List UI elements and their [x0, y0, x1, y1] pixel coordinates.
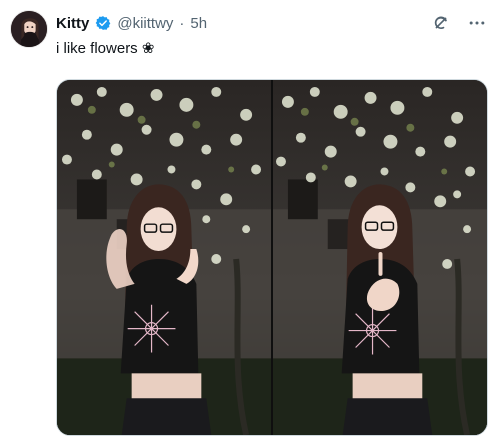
- tweet-card[interactable]: Kitty @kiittwy · 5h i like flowers ❀: [0, 0, 500, 440]
- grok-icon[interactable]: [430, 12, 452, 34]
- verified-badge-icon: [95, 15, 111, 31]
- tweet-actions-top: [430, 12, 488, 34]
- media-grid: [56, 79, 488, 436]
- timestamp[interactable]: 5h: [190, 15, 207, 32]
- photo-1-image: [57, 80, 271, 435]
- user-handle[interactable]: @kiittwy: [117, 15, 173, 32]
- avatar-image: [11, 11, 47, 47]
- separator-dot: ·: [179, 14, 185, 32]
- more-options-icon[interactable]: [466, 12, 488, 34]
- photo-2-image: [273, 80, 487, 435]
- avatar[interactable]: [10, 10, 48, 48]
- photo-1[interactable]: [57, 80, 271, 435]
- tweet-text: i like flowers ❀: [56, 40, 155, 57]
- display-name[interactable]: Kitty: [56, 15, 89, 32]
- tweet-header: Kitty @kiittwy · 5h: [56, 12, 207, 34]
- photo-2[interactable]: [273, 80, 487, 435]
